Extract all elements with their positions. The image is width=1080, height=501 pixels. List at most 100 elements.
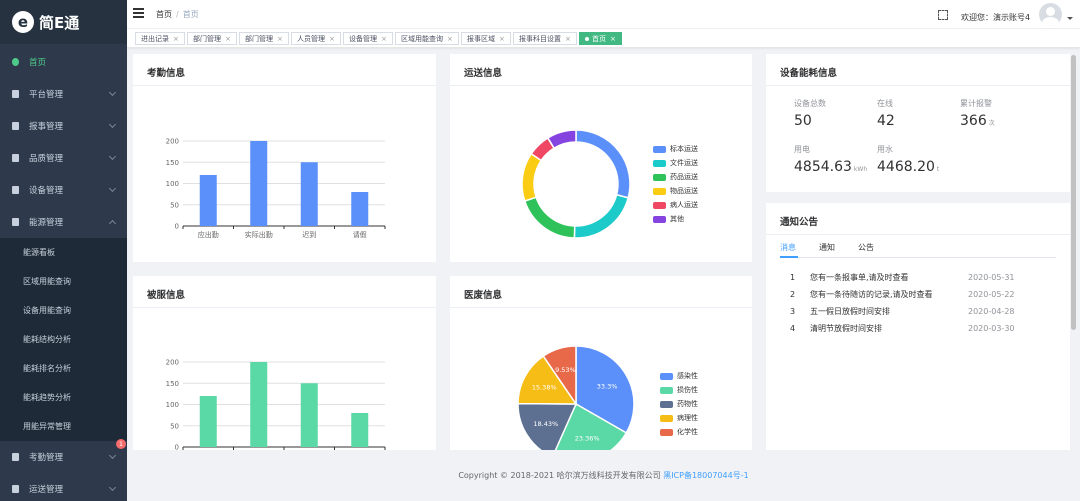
legend-item[interactable]: 标本运送 <box>653 142 698 156</box>
submenu-item[interactable]: 能耗趋势分析 <box>0 383 127 412</box>
sidebar-item-platform[interactable]: 平台管理 <box>0 78 127 110</box>
tab-messages[interactable]: 消息 <box>780 242 798 258</box>
close-icon[interactable]: × <box>329 35 335 43</box>
legend-label: 文件运送 <box>670 159 698 167</box>
document-icon <box>12 186 19 194</box>
legend-item[interactable]: 药物性 <box>660 397 698 411</box>
document-icon <box>12 453 19 461</box>
tag-item[interactable]: 报事区域 × <box>461 32 511 45</box>
submenu-item[interactable]: 用能异常管理 <box>0 412 127 441</box>
avatar[interactable] <box>1039 3 1062 26</box>
scrollbar[interactable] <box>1071 55 1076 330</box>
data-label: 9.53% <box>555 366 576 374</box>
y-tick-label: 0 <box>175 223 179 231</box>
y-tick-label: 0 <box>175 444 179 451</box>
submenu-item[interactable]: 设备用能查询 <box>0 296 127 325</box>
legend-swatch <box>660 372 673 380</box>
sidebar-item-report[interactable]: 报事管理 <box>0 110 127 142</box>
list-item[interactable]: 2 您有一条待随访的记录,请及时查看 2020-05-22 <box>790 286 1056 303</box>
tag-item[interactable]: 部门管理 × <box>187 32 237 45</box>
bar <box>250 362 268 447</box>
list-item[interactable]: 1 您有一条报事单,请及时查看 2020-05-31 <box>790 269 1056 286</box>
sidebar-item-home[interactable]: 首页 <box>0 46 127 78</box>
tag-item[interactable]: 报事科目设置 × <box>513 32 577 45</box>
caret-down-icon[interactable] <box>1067 17 1073 20</box>
sidebar-item-quality[interactable]: 品质管理 <box>0 142 127 174</box>
tab-notifications[interactable]: 通知 <box>819 242 835 253</box>
legend-item[interactable]: 文件运送 <box>653 156 698 170</box>
tag-item[interactable]: 区域用能查询 × <box>395 32 459 45</box>
data-label: 33.3% <box>597 382 618 390</box>
legend-item[interactable]: 物品运送 <box>653 184 698 198</box>
document-icon <box>12 218 19 226</box>
logo[interactable]: e 简E通 <box>0 0 127 44</box>
tag-item[interactable]: 部门管理 × <box>239 32 289 45</box>
tag-item[interactable]: 设备管理 × <box>343 32 393 45</box>
close-icon[interactable]: × <box>447 35 453 43</box>
legend-item[interactable]: 病人运送 <box>653 198 698 212</box>
stat-number: 42 <box>877 113 895 129</box>
legend-item[interactable]: 药品运送 <box>653 170 698 184</box>
y-tick-label: 200 <box>166 359 179 367</box>
close-icon[interactable]: × <box>381 35 387 43</box>
close-icon[interactable]: × <box>610 35 616 43</box>
tag-label: 区域用能查询 <box>401 34 443 43</box>
attendance-card: 考勤信息 0 50 100 150 200 应出勤 实际出勤 迟到 请假 <box>133 54 436 262</box>
legend-item[interactable]: 化学性 <box>660 425 698 439</box>
list-item-number: 4 <box>790 324 796 333</box>
submenu-item[interactable]: 能源看板 <box>0 238 127 267</box>
sidebar-item-energy[interactable]: 能源管理 <box>0 206 127 238</box>
pie-slice <box>546 129 577 150</box>
tag-item[interactable]: 进出记录 × <box>135 32 185 45</box>
legend-item[interactable]: 其他 <box>653 212 698 226</box>
list-item[interactable]: 4 清明节放假时间安排 2020-03-30 <box>790 320 1056 337</box>
sidebar-item-transport[interactable]: 运送管理 <box>0 473 127 501</box>
tag-item[interactable]: 人员管理 × <box>291 32 341 45</box>
breadcrumb-item[interactable]: 首页 <box>156 10 172 19</box>
legend-item[interactable]: 感染性 <box>660 369 698 383</box>
close-icon[interactable]: × <box>225 35 231 43</box>
waste-pie-chart: 33.3% 23.36% 18.43% 15.38% 9.53% <box>517 345 635 450</box>
legend-item[interactable]: 病理性 <box>660 411 698 425</box>
close-icon[interactable]: × <box>565 35 571 43</box>
submenu-item[interactable]: 能耗排名分析 <box>0 354 127 383</box>
legend-swatch <box>653 201 666 209</box>
icp-link[interactable]: 黑ICP备18007044号-1 <box>663 471 748 480</box>
sidebar-item-device[interactable]: 设备管理 <box>0 174 127 206</box>
submenu-item[interactable]: 区域用能查询 <box>0 267 127 296</box>
tag-item-active[interactable]: 首页 × <box>579 32 622 45</box>
pie-slice <box>573 193 630 239</box>
legend-swatch <box>660 428 673 436</box>
close-icon[interactable]: × <box>499 35 505 43</box>
bar <box>300 162 318 226</box>
uniform-bar-chart: 0 50 100 150 200 <box>166 359 386 451</box>
waste-card: 医废信息 33.3% 23.36% 18.43% 15.38% 9.53% 感染性 损伤性… <box>450 276 752 450</box>
notice-card: 通知公告 消息 通知 公告 1 您有一条报事单,请及时查看 2020-05-31… <box>766 203 1070 450</box>
list-item-date: 2020-03-30 <box>968 324 1015 333</box>
chevron-up-icon <box>108 219 117 228</box>
stat-electricity: 用电 4854.63 kWh <box>794 144 867 175</box>
stat-value: 4854.63 kWh <box>794 159 867 175</box>
stat-unit: kWh <box>853 166 868 173</box>
list-item-text: 清明节放假时间安排 <box>810 324 882 333</box>
legend-label: 其他 <box>670 215 684 223</box>
hamburger-icon[interactable] <box>133 8 144 18</box>
attendance-bar-chart: 0 50 100 150 200 应出勤 实际出勤 迟到 请假 <box>166 138 386 239</box>
fullscreen-icon[interactable] <box>938 10 948 20</box>
close-icon[interactable]: × <box>277 35 283 43</box>
document-icon <box>12 122 19 130</box>
submenu-item[interactable]: 能耗结构分析 <box>0 325 127 354</box>
legend-item[interactable]: 损伤性 <box>660 383 698 397</box>
breadcrumb: 首页 / 首页 <box>156 9 199 20</box>
sidebar-item-label: 首页 <box>29 58 47 68</box>
uniform-card: 被服信息 0 50 100 150 200 <box>133 276 436 450</box>
stat-number: 50 <box>794 113 812 129</box>
close-icon[interactable]: × <box>173 35 179 43</box>
tags-view: 进出记录 × 部门管理 × 部门管理 × 人员管理 × 设备管理 × 区域用能查询 × 报事… <box>127 29 1080 48</box>
tab-announcements[interactable]: 公告 <box>858 242 874 253</box>
tag-label: 进出记录 <box>141 34 169 43</box>
stat-label: 用水 <box>877 145 893 154</box>
list-item[interactable]: 3 五一假日放假时间安排 2020-04-28 <box>790 303 1056 320</box>
data-label: 23.36% <box>575 435 600 443</box>
sidebar-item-attendance[interactable]: 考勤管理 1 <box>0 439 127 473</box>
